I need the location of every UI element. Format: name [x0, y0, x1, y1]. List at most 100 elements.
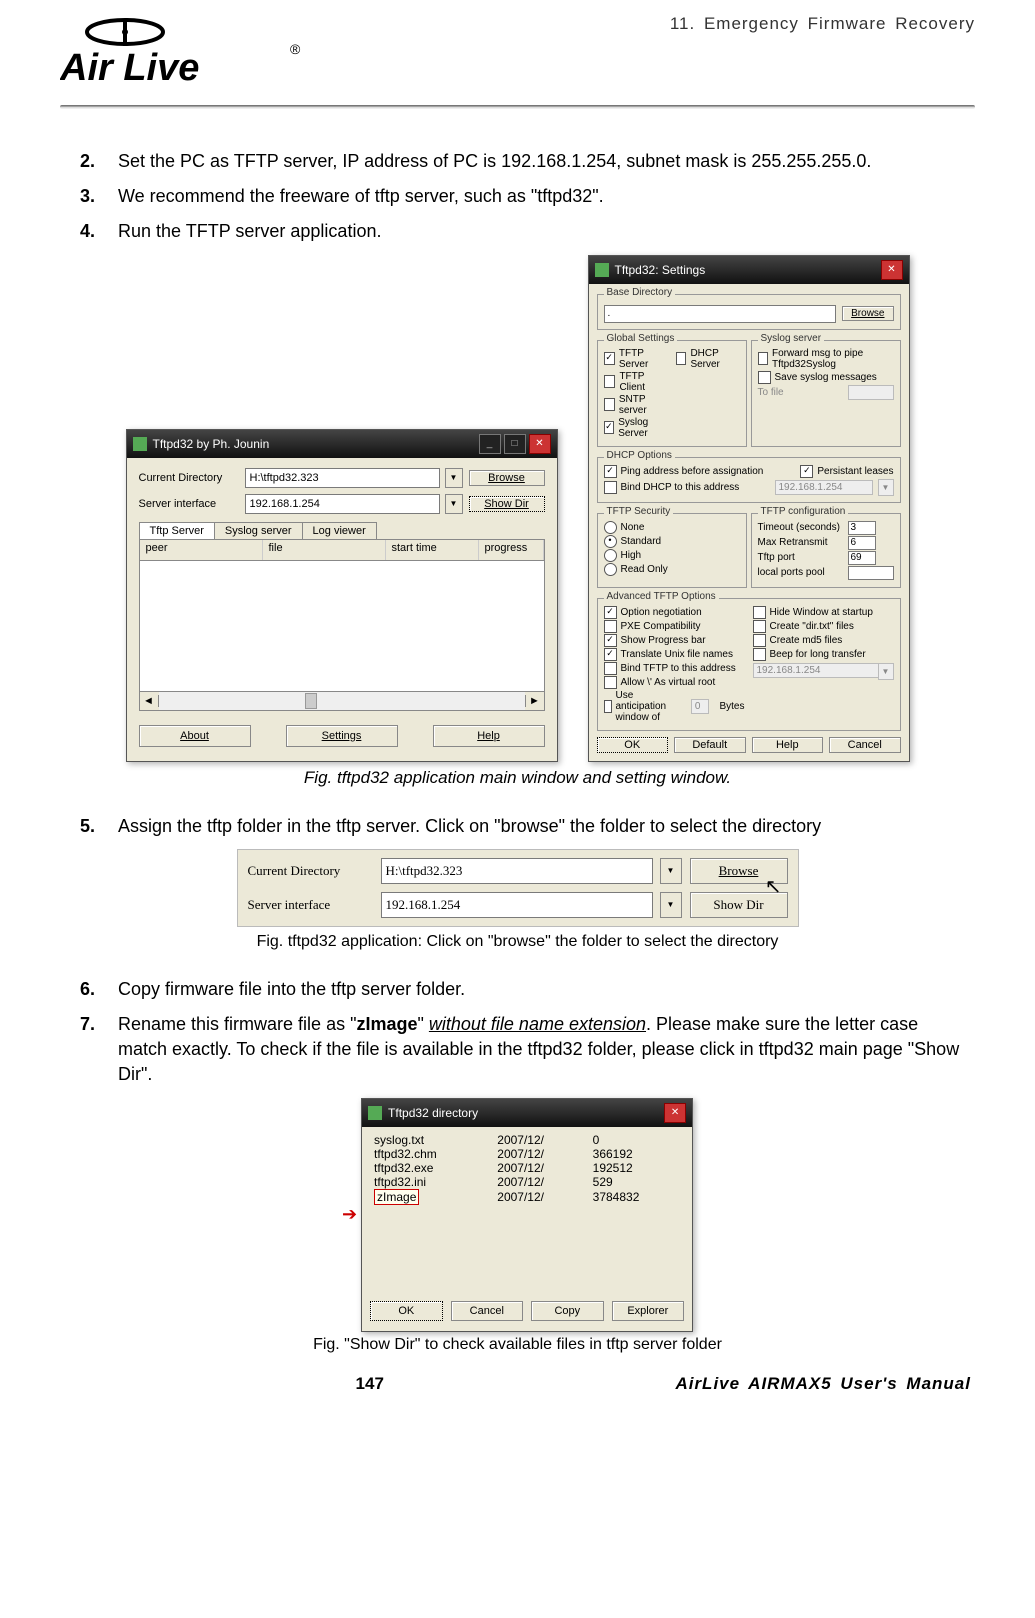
- help-button[interactable]: Help: [752, 737, 824, 753]
- pool-field[interactable]: [848, 566, 894, 580]
- cb-syslog[interactable]: ✓: [604, 421, 615, 434]
- cb-bind-dhcp[interactable]: [604, 481, 617, 494]
- iface-dropdown[interactable]: ▼: [660, 892, 682, 918]
- cb-fwd[interactable]: [758, 352, 768, 365]
- group-global: Global Settings: [604, 333, 678, 344]
- table-row: syslog.txt2007/12/0: [370, 1133, 684, 1147]
- cancel-button[interactable]: Cancel: [451, 1301, 524, 1321]
- help-button[interactable]: Help: [433, 725, 545, 747]
- curdir-field[interactable]: H:\tftpd32.323: [381, 858, 653, 884]
- close-button[interactable]: ✕: [529, 434, 551, 454]
- retrans-field[interactable]: 6: [848, 536, 876, 550]
- minimize-button[interactable]: _: [479, 434, 501, 454]
- tab-log-viewer[interactable]: Log viewer: [302, 522, 377, 539]
- tftpd32-directory-window: Tftpd32 directory ✕ syslog.txt2007/12/0 …: [361, 1098, 693, 1332]
- tofile-field: [848, 385, 894, 400]
- tab-tftp-server[interactable]: Tftp Server: [139, 522, 215, 539]
- r-std[interactable]: •: [604, 535, 617, 548]
- iface-field[interactable]: 192.168.1.254: [245, 494, 440, 514]
- zimage-highlight: zImage: [374, 1189, 419, 1205]
- cb-b1[interactable]: [753, 606, 766, 619]
- ok-button[interactable]: OK: [597, 737, 669, 753]
- cb-ping[interactable]: ✓: [604, 465, 617, 478]
- col-progress[interactable]: progress: [479, 540, 544, 560]
- cb-a6[interactable]: [604, 676, 617, 689]
- step-3-num: 3.: [80, 184, 118, 209]
- basedir-browse[interactable]: Browse: [842, 306, 893, 321]
- iface-dropdown[interactable]: ▼: [445, 494, 463, 514]
- a7-val: 0: [691, 699, 709, 714]
- highlight-arrow-icon: ➔: [342, 1204, 357, 1225]
- label-curdir: Current Directory: [248, 863, 373, 879]
- cb-tftpserver[interactable]: ✓: [604, 352, 615, 365]
- close-button[interactable]: ✕: [664, 1103, 686, 1123]
- cb-a3[interactable]: ✓: [604, 634, 617, 647]
- cb-dhcp[interactable]: [676, 352, 687, 365]
- cb-b4[interactable]: [753, 648, 766, 661]
- manual-title: AirLive AIRMAX5 User's Manual: [675, 1374, 971, 1394]
- group-basedir: Base Directory: [604, 287, 676, 298]
- step-2-text: Set the PC as TFTP server, IP address of…: [118, 149, 965, 174]
- titlebar: Tftpd32: Settings ✕: [589, 256, 909, 284]
- tftpd32-settings-window: Tftpd32: Settings ✕ Base Directory . Bro…: [588, 255, 910, 762]
- cb-persist[interactable]: ✓: [800, 465, 813, 478]
- basedir-field[interactable]: .: [604, 305, 837, 323]
- list-header: peer file start time progress: [139, 539, 545, 561]
- cursor-icon: ↖: [765, 874, 782, 899]
- timeout-field[interactable]: 3: [848, 521, 876, 535]
- showdir-button[interactable]: Show Dir: [469, 496, 545, 512]
- chapter-title: 11. Emergency Firmware Recovery: [670, 12, 975, 34]
- step-4-text: Run the TFTP server application.: [118, 219, 965, 244]
- label-iface: Server interface: [139, 498, 239, 510]
- cancel-button[interactable]: Cancel: [829, 737, 901, 753]
- table-row: tftpd32.ini2007/12/529: [370, 1175, 684, 1189]
- settings-button[interactable]: Settings: [286, 725, 398, 747]
- col-file[interactable]: file: [263, 540, 386, 560]
- cb-b3[interactable]: [753, 634, 766, 647]
- cb-save[interactable]: [758, 371, 771, 384]
- tab-syslog-server[interactable]: Syslog server: [214, 522, 303, 539]
- cb-a7[interactable]: [604, 700, 612, 713]
- col-start[interactable]: start time: [386, 540, 479, 560]
- browse-button[interactable]: Browse: [469, 470, 545, 486]
- group-syslog: Syslog server: [758, 333, 825, 344]
- cb-a2[interactable]: [604, 620, 617, 633]
- r-high[interactable]: [604, 549, 617, 562]
- curdir-dropdown[interactable]: ▼: [445, 468, 463, 488]
- ok-button[interactable]: OK: [370, 1301, 443, 1321]
- explorer-button[interactable]: Explorer: [612, 1301, 685, 1321]
- step-6-num: 6.: [80, 977, 118, 1002]
- step-4-num: 4.: [80, 219, 118, 244]
- list-body: [139, 561, 545, 692]
- step-2-num: 2.: [80, 149, 118, 174]
- port-field[interactable]: 69: [848, 551, 876, 565]
- cb-b2[interactable]: [753, 620, 766, 633]
- cb-a1[interactable]: ✓: [604, 606, 617, 619]
- cb-a4[interactable]: ✓: [604, 648, 617, 661]
- cb-sntp[interactable]: [604, 398, 615, 411]
- step-6-text: Copy firmware file into the tftp server …: [118, 977, 965, 1002]
- r-none[interactable]: [604, 521, 617, 534]
- curdir-field[interactable]: H:\tftpd32.323: [245, 468, 440, 488]
- caption-2: Fig. tftpd32 application: Click on "brow…: [60, 933, 975, 951]
- col-peer[interactable]: peer: [140, 540, 263, 560]
- cb-tftpclient[interactable]: [604, 375, 616, 388]
- table-row: tftpd32.chm2007/12/366192: [370, 1147, 684, 1161]
- iface-field[interactable]: 192.168.1.254: [381, 892, 653, 918]
- maximize-button[interactable]: □: [504, 434, 526, 454]
- curdir-dropdown[interactable]: ▼: [660, 858, 682, 884]
- cb-a5[interactable]: [604, 662, 617, 675]
- group-dhcp: DHCP Options: [604, 450, 675, 461]
- hscrollbar[interactable]: ◄►: [139, 692, 545, 711]
- app-icon: [595, 263, 609, 277]
- header-rule: [60, 105, 975, 109]
- page-number: 147: [356, 1374, 384, 1394]
- close-button[interactable]: ✕: [881, 260, 903, 280]
- step-7-text: Rename this firmware file as "zImage" wi…: [118, 1012, 965, 1088]
- app-icon: [368, 1106, 382, 1120]
- titlebar: Tftpd32 by Ph. Jounin _ □ ✕: [127, 430, 557, 458]
- about-button[interactable]: About: [139, 725, 251, 747]
- default-button[interactable]: Default: [674, 737, 746, 753]
- copy-button[interactable]: Copy: [531, 1301, 604, 1321]
- r-ro[interactable]: [604, 563, 617, 576]
